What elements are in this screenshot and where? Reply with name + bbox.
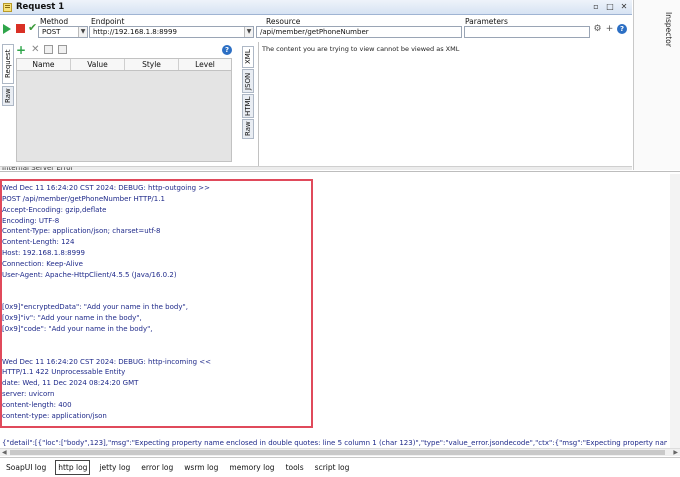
chevron-down-icon[interactable]: ▼ [244, 27, 253, 37]
chevron-down-icon[interactable]: ▼ [78, 27, 87, 37]
checkmark-icon[interactable]: ✔ [28, 21, 37, 34]
tab-wsrm-log[interactable]: wsrm log [182, 461, 220, 474]
vertical-scrollbar[interactable] [670, 174, 680, 454]
resource-field[interactable]: /api/member/getPhoneNumber [256, 26, 462, 38]
log-line: Content-Type: application/json; charset=… [2, 227, 161, 236]
http-log-panel[interactable]: Wed Dec 11 16:24:20 CST 2024: DEBUG: htt… [0, 171, 680, 456]
response-view[interactable] [258, 42, 632, 166]
add-param-icon[interactable]: + [16, 44, 26, 56]
column-value: Value [71, 59, 125, 70]
tab-xml[interactable]: XML [242, 46, 254, 68]
tab-error-log[interactable]: error log [139, 461, 175, 474]
panel-splitter[interactable] [0, 166, 632, 170]
column-style: Style [125, 59, 179, 70]
scroll-thumb[interactable] [10, 450, 665, 455]
run-icon[interactable] [3, 24, 11, 34]
tab-html[interactable]: HTML [242, 94, 254, 118]
endpoint-select[interactable]: http://192.168.1.8:8999 ▼ [89, 26, 254, 38]
window-title: Request 1 [16, 2, 65, 12]
resource-value: /api/member/getPhoneNumber [260, 28, 369, 36]
log-line: User-Agent: Apache-HttpClient/4.5.5 (Jav… [2, 270, 177, 279]
method-select[interactable]: POST ▼ [38, 26, 88, 38]
tab-memory-log[interactable]: memory log [227, 461, 276, 474]
log-line: [0x9]"iv": "Add your name in the body", [2, 314, 142, 323]
log-line: Wed Dec 11 16:24:20 CST 2024: DEBUG: htt… [2, 357, 212, 366]
help-icon[interactable]: ? [222, 45, 232, 55]
request-panel: Request Raw + ✕ ? Name Value Style Level [0, 42, 238, 166]
log-line: date: Wed, 11 Dec 2024 08:24:20 GMT [2, 379, 139, 388]
title-bar: Request 1 ▫ □ ✕ [0, 0, 632, 15]
maximize-button[interactable]: □ [605, 2, 615, 12]
log-line: content-length: 400 [2, 400, 72, 409]
tab-http-log[interactable]: http log [55, 460, 91, 475]
parameters-field[interactable] [464, 26, 590, 38]
help-icon[interactable]: ? [617, 24, 627, 34]
response-panel: XML JSON HTML Raw The content you are tr… [240, 42, 632, 166]
copy-icon[interactable] [58, 45, 68, 54]
tab-raw[interactable]: Raw [2, 86, 14, 106]
response-message: The content you are trying to view canno… [262, 45, 460, 53]
inspector-label: Inspector [664, 12, 673, 47]
log-line: [0x9]"code": "Add your name in the body"… [2, 324, 153, 333]
request-toolbar: ✔ Method POST ▼ Endpoint http://192.168.… [0, 15, 632, 42]
parameters-label: Parameters [465, 17, 508, 26]
log-line: content-type: application/json [2, 411, 107, 420]
method-value: POST [42, 28, 61, 36]
options-icon[interactable]: ⚙ [593, 23, 602, 35]
table-header: Name Value Style Level [17, 59, 231, 71]
resource-label: Resource [266, 17, 301, 26]
log-line: Accept-Encoding: gzip,deflate [2, 205, 107, 214]
log-line: [0x9]"encryptedData": "Add your name in … [2, 303, 188, 312]
endpoint-label: Endpoint [91, 17, 125, 26]
log-line: Content-Length: 124 [2, 238, 75, 247]
column-name: Name [17, 59, 71, 70]
log-line: Encoding: UTF-8 [2, 216, 60, 225]
log-line: server: uvicorn [2, 390, 55, 399]
log-line: Connection: Keep-Alive [2, 259, 83, 268]
remove-param-icon[interactable]: ✕ [31, 44, 39, 56]
add-icon[interactable]: + [605, 23, 614, 35]
method-label: Method [40, 17, 69, 26]
log-line: Wed Dec 11 16:24:20 CST 2024: DEBUG: htt… [2, 184, 211, 192]
tab-tools[interactable]: tools [284, 461, 306, 474]
log-line: HTTP/1.1 422 Unprocessable Entity [2, 368, 126, 377]
request-icon [3, 3, 12, 12]
log-detail-line: {"detail":[{"loc":["body",123],"msg":"Ex… [2, 439, 667, 447]
inspector-panel[interactable]: Inspector [633, 0, 680, 170]
tab-script-log[interactable]: script log [313, 461, 352, 474]
close-button[interactable]: ✕ [619, 2, 629, 12]
log-line: Host: 192.168.1.8:8999 [2, 249, 85, 258]
column-level: Level [195, 60, 215, 69]
move-icon[interactable] [44, 45, 54, 54]
tab-soapui-log[interactable]: SoapUI log [4, 461, 48, 474]
log-lines: Wed Dec 11 16:24:20 CST 2024: DEBUG: htt… [2, 183, 642, 422]
endpoint-value: http://192.168.1.8:8999 [93, 28, 177, 36]
params-table[interactable]: Name Value Style Level [16, 58, 232, 162]
tab-raw[interactable]: Raw [242, 119, 254, 139]
minimize-button[interactable]: ▫ [591, 2, 601, 12]
scroll-right-icon[interactable]: ▶ [673, 449, 678, 457]
log-line: POST /api/member/getPhoneNumber HTTP/1.1 [2, 194, 165, 203]
log-tabs: SoapUI log http log jetty log error log wsrm… [0, 457, 680, 477]
tab-request[interactable]: Request [2, 44, 14, 84]
horizontal-scrollbar[interactable]: ◀ ▶ [0, 448, 680, 456]
scroll-left-icon[interactable]: ◀ [2, 449, 7, 457]
tab-json[interactable]: JSON [242, 69, 254, 93]
tab-jetty-log[interactable]: jetty log [97, 461, 132, 474]
stop-icon[interactable] [16, 24, 25, 33]
